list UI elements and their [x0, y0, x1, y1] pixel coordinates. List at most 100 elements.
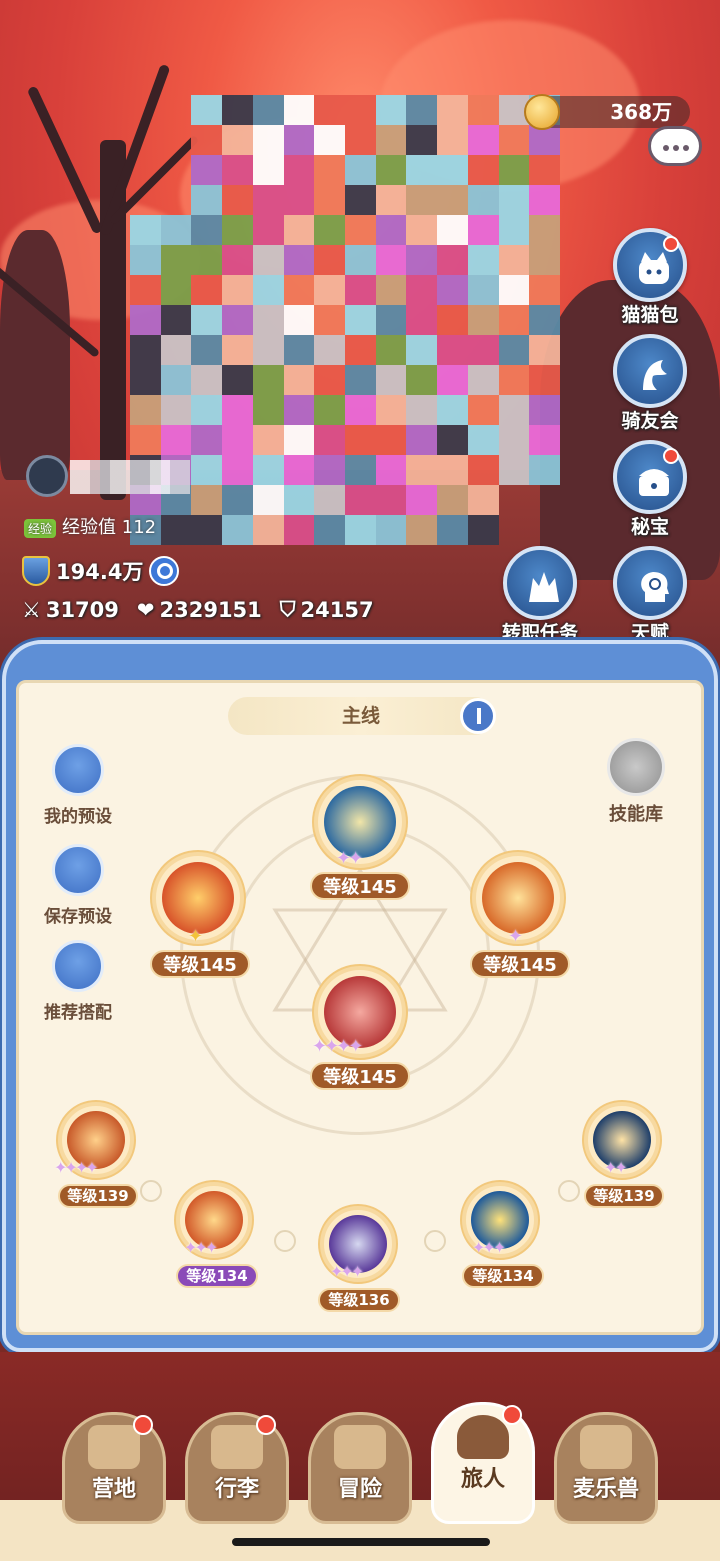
- mosaic-pixel: [160, 515, 192, 545]
- mosaic-pixel: [130, 185, 161, 215]
- mosaic-pixel: [529, 455, 560, 485]
- mosaic-pixel: [283, 515, 315, 545]
- mosaic-pixel: [314, 215, 345, 245]
- mosaic-pixel: [437, 155, 468, 185]
- chat-button[interactable]: [642, 118, 708, 176]
- mosaic-pixel: [160, 215, 192, 245]
- save-disk-icon: [52, 844, 104, 896]
- mosaic-pixel: [375, 515, 407, 545]
- mosaic-pixel: [406, 95, 438, 125]
- shield-icon: ⛉: [279, 597, 296, 621]
- mosaic-pixel: [437, 125, 468, 155]
- experience-row: 经验 经验值 112: [24, 513, 156, 539]
- notification-dot: [663, 448, 679, 464]
- nav-tab-adventure[interactable]: 冒险: [308, 1412, 412, 1524]
- mosaic-pixel: [191, 185, 223, 215]
- skill-library-button[interactable]: 技能库: [598, 738, 674, 826]
- mosaic-pixel: [406, 365, 438, 395]
- info-book-icon[interactable]: [460, 698, 496, 734]
- heart-icon: ❤: [136, 597, 155, 622]
- mosaic-pixel: [498, 125, 530, 155]
- mosaic-pixel: [499, 515, 530, 545]
- mosaic-pixel: [314, 365, 345, 395]
- mosaic-pixel: [344, 185, 376, 215]
- mosaic-pixel: [160, 365, 192, 395]
- mosaic-pixel: [529, 335, 560, 365]
- mosaic-pixel: [314, 455, 345, 485]
- cat-face-icon: [580, 1425, 632, 1469]
- mosaic-pixel: [222, 125, 253, 155]
- coin-icon: [524, 94, 560, 130]
- defense-value: 24157: [300, 597, 374, 622]
- mosaic-pixel: [191, 455, 223, 485]
- mosaic-pixel: [222, 395, 253, 425]
- mosaic-pixel: [191, 365, 223, 395]
- mosaic-pixel: [160, 425, 192, 455]
- mosaic-pixel: [467, 155, 499, 185]
- my-preset-button[interactable]: 我的预设: [30, 744, 126, 827]
- mosaic-pixel: [191, 425, 223, 455]
- side-button-class-change[interactable]: 转职任务: [496, 546, 584, 645]
- save-preset-label: 保存预设: [44, 907, 112, 927]
- notification-dot: [133, 1415, 153, 1435]
- mosaic-pixel: [467, 515, 499, 545]
- mosaic-pixel: [222, 485, 253, 515]
- mosaic-pixel: [191, 155, 223, 185]
- mosaic-pixel: [222, 455, 253, 485]
- save-preset-button[interactable]: 保存预设: [30, 844, 126, 927]
- mosaic-pixel: [160, 245, 192, 275]
- mosaic-pixel: [222, 275, 253, 305]
- path-node: [424, 1230, 446, 1252]
- player-avatar[interactable]: [26, 455, 68, 497]
- mosaic-pixel: [406, 395, 438, 425]
- mosaic-pixel: [344, 455, 376, 485]
- nav-tab-traveler[interactable]: 旅人: [431, 1402, 535, 1524]
- mosaic-pixel: [130, 335, 161, 365]
- nav-tab-luggage[interactable]: 行李: [185, 1412, 289, 1524]
- mosaic-pixel: [130, 125, 161, 155]
- mosaic-pixel: [467, 185, 499, 215]
- side-button-treasure[interactable]: 秘宝: [608, 440, 692, 539]
- mosaic-pixel: [222, 365, 253, 395]
- side-button-riders-club[interactable]: 骑友会: [608, 334, 692, 433]
- recommended-build-button[interactable]: 推荐搭配: [30, 940, 126, 1023]
- mosaic-pixel: [437, 515, 468, 545]
- side-button-label: 猫猫包: [621, 304, 679, 326]
- talent-head-icon: [613, 546, 687, 620]
- mosaic-pixel: [344, 215, 376, 245]
- mosaic-pixel: [130, 215, 161, 245]
- mosaic-pixel: [161, 95, 192, 125]
- skill-tab-title[interactable]: 主线: [228, 697, 496, 735]
- mosaic-pixel: [467, 275, 499, 305]
- mosaic-pixel: [344, 125, 376, 155]
- nav-tab-pets[interactable]: 麦乐兽: [554, 1412, 658, 1524]
- character-sprite-pixelated[interactable]: [130, 95, 560, 545]
- hp-stat: ❤ 2329151: [137, 598, 262, 622]
- mosaic-pixel: [406, 485, 438, 515]
- mosaic-pixel: [191, 95, 223, 125]
- mosaic-pixel: [498, 335, 530, 365]
- mosaic-pixel: [314, 95, 345, 125]
- skill-level-badge: 等级139: [58, 1184, 138, 1208]
- nav-tab-camp[interactable]: 营地: [62, 1412, 166, 1524]
- side-button-label: 骑友会: [621, 410, 679, 432]
- mosaic-pixel: [344, 485, 376, 515]
- exp-tag: 经验: [24, 518, 57, 538]
- mosaic-pixel: [222, 515, 253, 545]
- mosaic-pixel: [344, 245, 376, 275]
- power-detail-search-icon[interactable]: [149, 556, 180, 586]
- mosaic-pixel: [437, 395, 468, 425]
- horse-icon: [613, 334, 687, 408]
- mosaic-pixel: [222, 305, 253, 335]
- mosaic-pixel: [344, 515, 376, 545]
- mosaic-pixel: [375, 485, 407, 515]
- side-button-talent[interactable]: 天赋: [608, 546, 692, 645]
- home-indicator[interactable]: [232, 1538, 490, 1546]
- treasure-icon: [613, 440, 687, 514]
- path-node: [140, 1180, 162, 1202]
- mosaic-pixel: [314, 245, 345, 275]
- side-button-cat-bag[interactable]: 猫猫包: [608, 228, 692, 327]
- mosaic-pixel: [191, 275, 223, 305]
- mosaic-pixel: [498, 455, 530, 485]
- mosaic-pixel: [191, 305, 223, 335]
